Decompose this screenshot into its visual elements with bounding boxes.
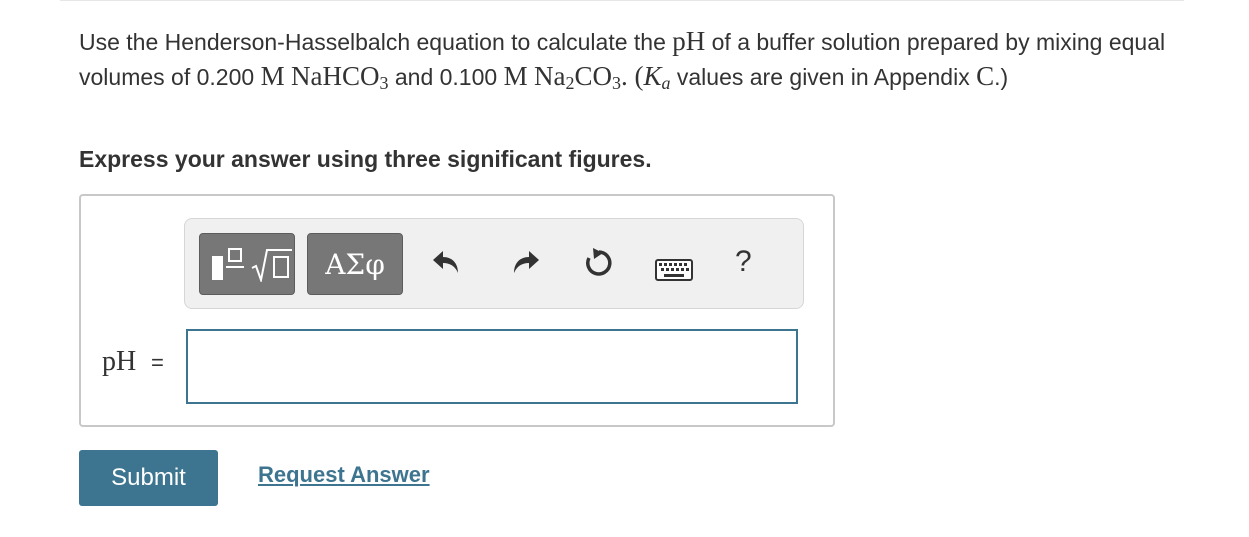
greek-symbols-label: ΑΣφ — [325, 247, 385, 281]
question-and: and 0.100 — [388, 64, 504, 90]
ka-symbol: Ka — [643, 61, 671, 93]
ph-math: pH — [672, 26, 706, 56]
ph-label: pH — [102, 346, 137, 377]
help-icon[interactable]: ? — [735, 245, 752, 279]
formula-na2co3: Na2CO3 — [533, 61, 621, 93]
templates-button[interactable] — [199, 233, 295, 295]
question-text: Use the Henderson-Hasselbalch equation t… — [79, 24, 1189, 94]
molar-unit-1: M — [260, 61, 285, 91]
equals-sign: = — [151, 350, 164, 375]
question-end: .) — [994, 64, 1009, 90]
request-answer-link[interactable]: Request Answer — [258, 462, 430, 488]
ph-answer-input[interactable] — [186, 329, 798, 404]
answer-instruction: Express your answer using three signific… — [79, 146, 652, 172]
molar-unit-2: M — [503, 61, 528, 91]
top-divider — [60, 0, 1184, 1]
question-intro: Use the Henderson-Hasselbalch equation t… — [79, 29, 673, 55]
greek-symbols-button[interactable]: ΑΣφ — [307, 233, 403, 295]
formula-nahco3: NaHCO3 — [290, 61, 389, 93]
submit-button[interactable]: Submit — [79, 450, 218, 506]
answer-panel: ΑΣφ ? pH = — [79, 194, 835, 427]
period-paren: . ( — [620, 61, 644, 91]
undo-icon[interactable] — [431, 249, 461, 277]
reset-icon[interactable] — [583, 247, 615, 279]
keyboard-icon[interactable] — [655, 259, 693, 281]
appendix-letter: C — [976, 61, 995, 91]
math-toolbar: ΑΣφ ? — [184, 218, 804, 309]
question-tail: values are given in Appendix — [670, 64, 977, 90]
redo-icon[interactable] — [511, 249, 541, 277]
